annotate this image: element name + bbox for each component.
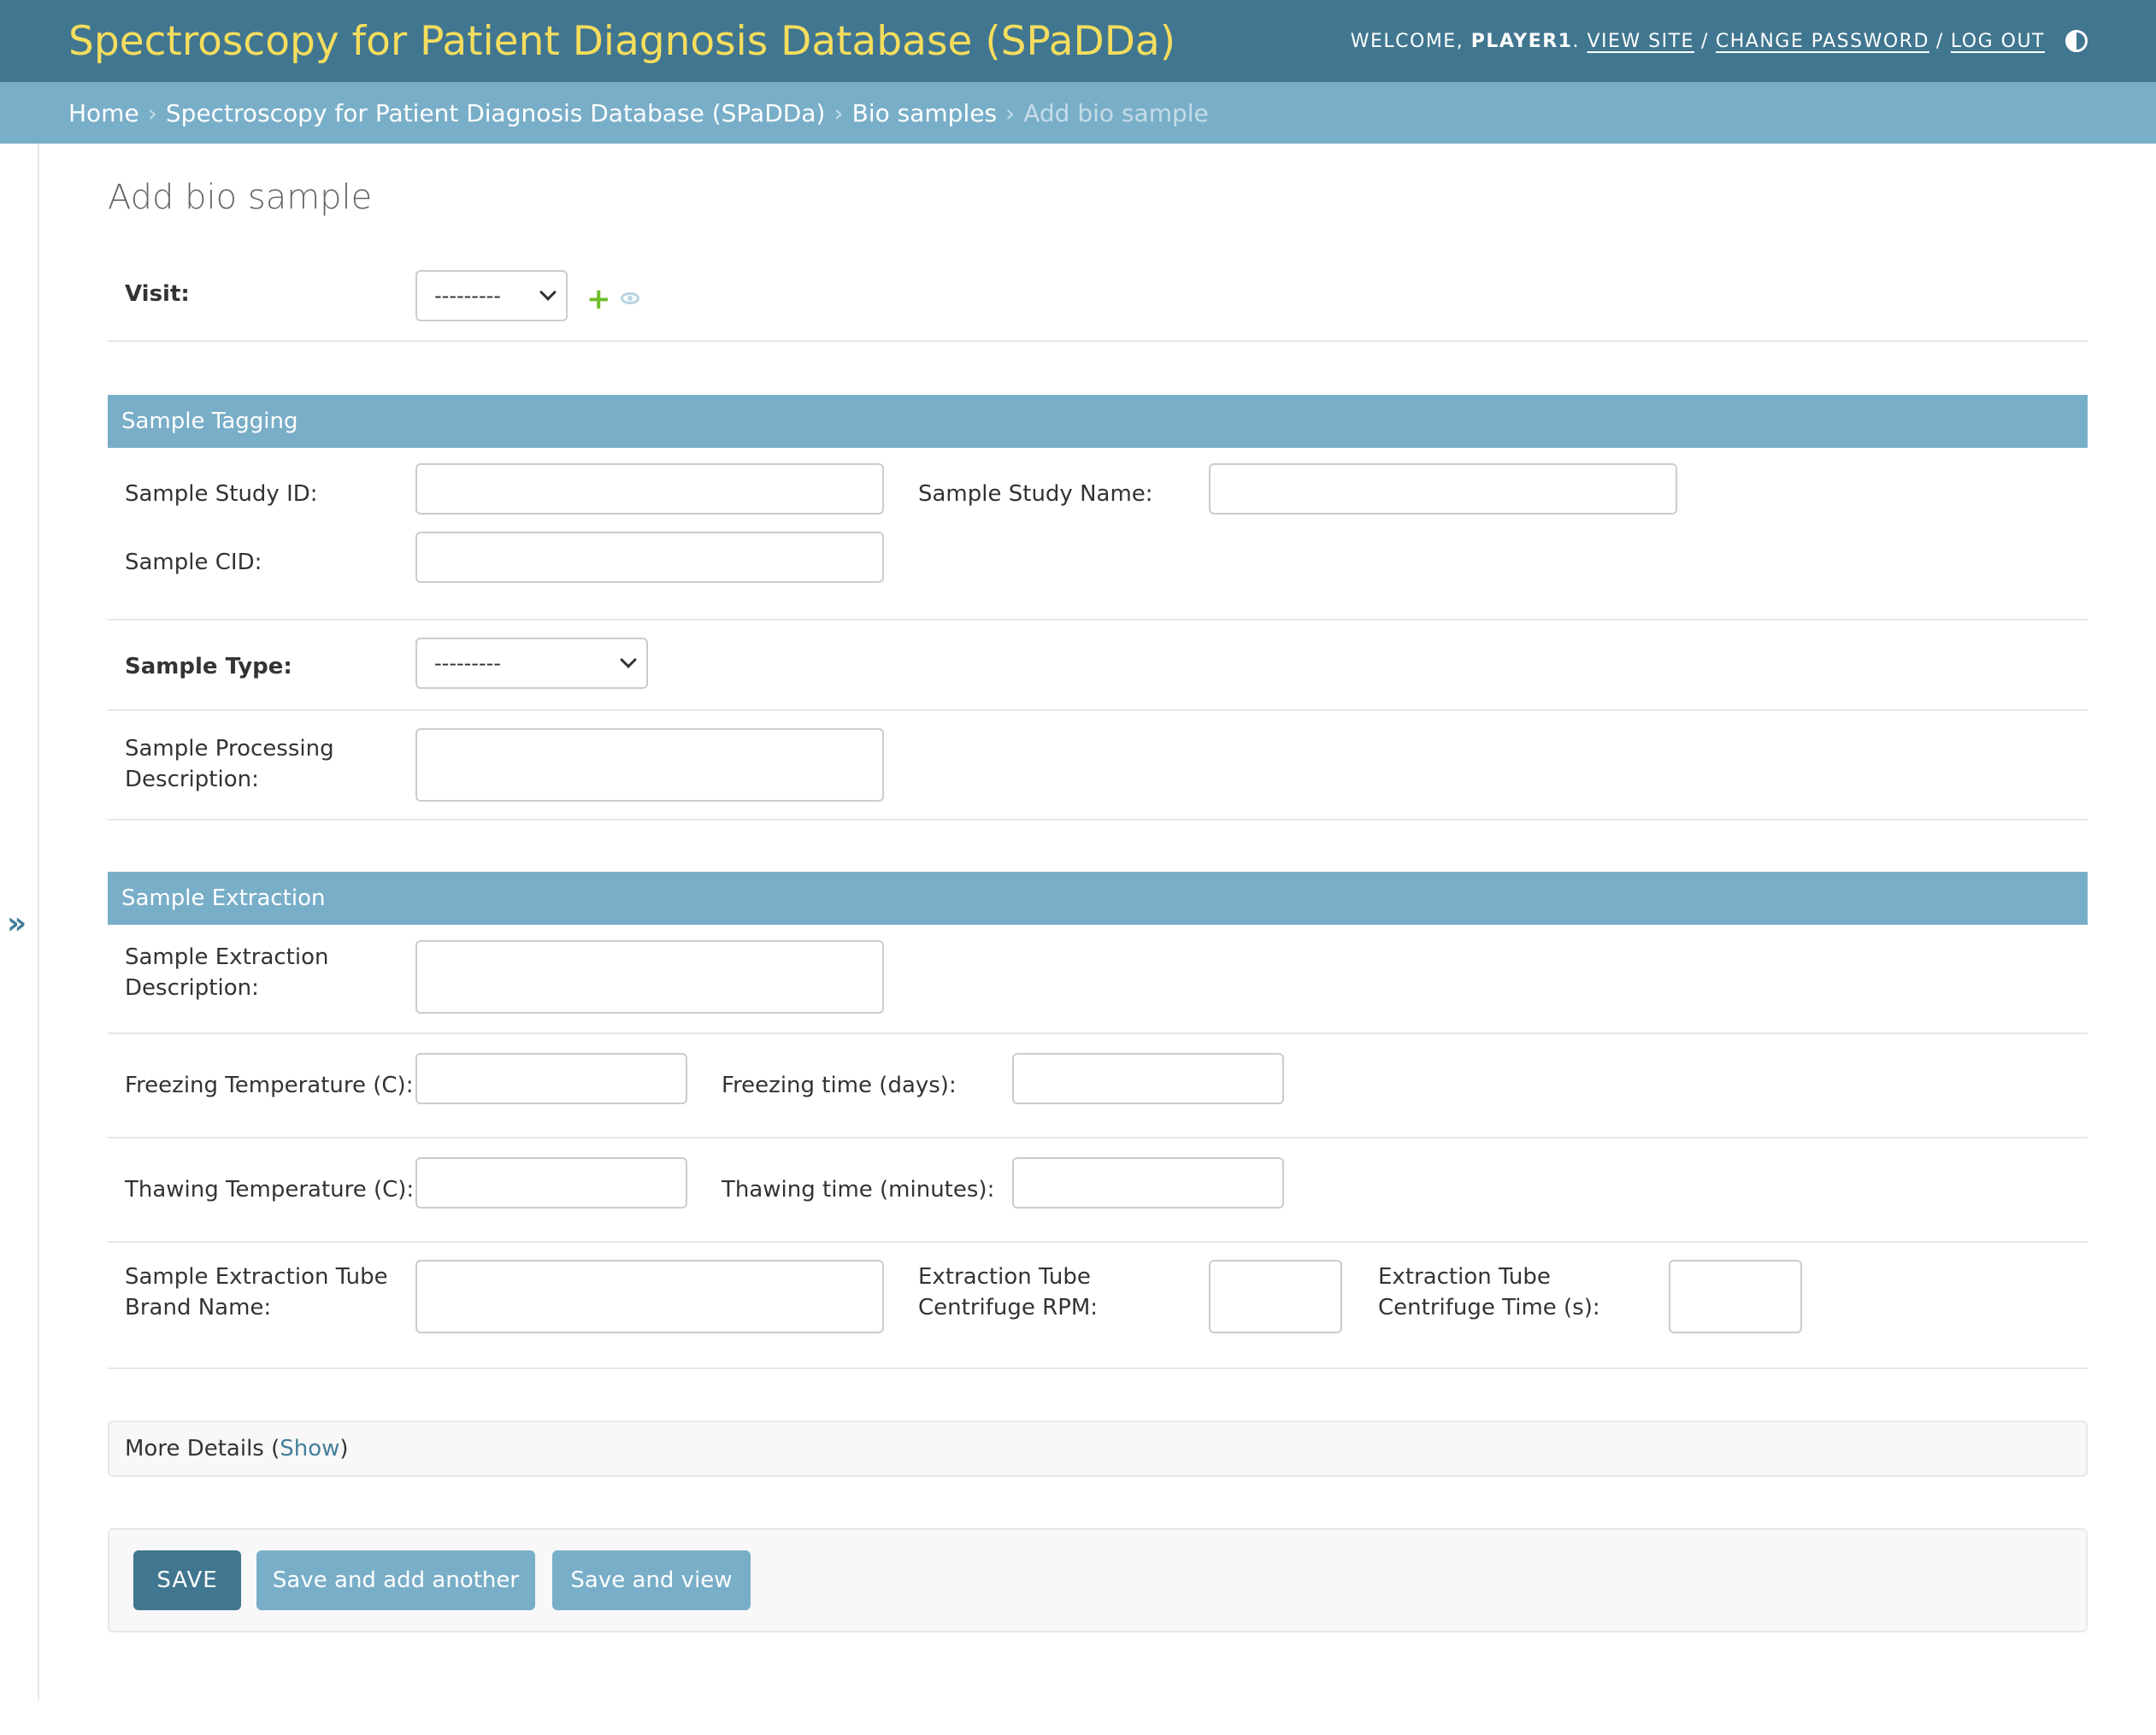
thawing-row: Thawing Temperature (C): Thawing time (m… (108, 1138, 2088, 1243)
view-related-icon[interactable] (621, 292, 639, 304)
separator: / (1935, 30, 1944, 52)
breadcrumb-arrow: › (1005, 98, 1016, 127)
breadcrumb-model[interactable]: Bio samples (852, 99, 997, 127)
thawing-time-input[interactable] (1012, 1157, 1284, 1209)
thawing-temperature-label: Thawing Temperature (C): (125, 1177, 415, 1203)
sample-type-label: Sample Type: (125, 654, 292, 679)
extraction-description-input[interactable] (415, 940, 884, 1014)
more-details-label: More Details ( (125, 1436, 280, 1462)
site-name[interactable]: Spectroscopy for Patient Diagnosis Datab… (68, 18, 1175, 65)
freezing-temperature-input[interactable] (415, 1053, 687, 1104)
view-site-link[interactable]: VIEW SITE (1587, 31, 1694, 52)
save-button[interactable]: SAVE (133, 1550, 241, 1610)
change-password-link[interactable]: CHANGE PASSWORD (1716, 31, 1929, 52)
centrifuge-rpm-label: Extraction Tube Centrifuge RPM: (918, 1264, 1099, 1320)
breadcrumb-app[interactable]: Spectroscopy for Patient Diagnosis Datab… (166, 99, 826, 127)
sidebar: » (0, 144, 39, 1701)
sample-type-row: Sample Type: --------- (108, 620, 2088, 711)
extraction-description-label: Sample Extraction Description: (125, 944, 329, 1001)
tube-brand-label: Sample Extraction Tube Brand Name: (125, 1264, 388, 1320)
breadcrumb-arrow: › (834, 98, 844, 127)
freezing-time-label: Freezing time (days): (722, 1073, 957, 1098)
section-sample-extraction: Sample Extraction (108, 872, 2088, 925)
breadcrumb-arrow: › (147, 98, 157, 127)
tube-brand-input[interactable] (415, 1260, 884, 1333)
extraction-tube-row: Sample Extraction Tube Brand Name: Extra… (108, 1243, 2088, 1369)
page-title: Add bio sample (108, 178, 373, 217)
section-sample-tagging: Sample Tagging (108, 395, 2088, 448)
centrifuge-rpm-input[interactable] (1209, 1260, 1342, 1333)
visit-row: Visit: --------- (108, 253, 2088, 342)
extraction-description-row: Sample Extraction Description: (108, 925, 2088, 1034)
sample-study-name-input[interactable] (1209, 463, 1677, 515)
breadcrumb: Home › Spectroscopy for Patient Diagnosi… (0, 82, 2156, 144)
chevron-down-icon (620, 651, 637, 668)
visit-select[interactable]: --------- (415, 270, 568, 321)
breadcrumb-current: Add bio sample (1023, 98, 1209, 127)
more-details-show-link[interactable]: Show (280, 1436, 339, 1462)
breadcrumb-home[interactable]: Home (68, 99, 139, 127)
centrifuge-time-input[interactable] (1669, 1260, 1802, 1333)
sample-cid-input[interactable] (415, 532, 884, 583)
header: Spectroscopy for Patient Diagnosis Datab… (0, 0, 2156, 82)
processing-description-input[interactable] (415, 728, 884, 802)
welcome-text: WELCOME, (1350, 30, 1464, 52)
submit-row: SAVE Save and add another Save and view (108, 1528, 2088, 1632)
sample-cid-label: Sample CID: (125, 550, 262, 575)
separator: / (1700, 30, 1709, 52)
processing-description-row: Sample Processing Description: (108, 711, 2088, 820)
more-details-close-paren: ) (339, 1436, 349, 1462)
sample-type-select[interactable]: --------- (415, 638, 648, 689)
save-and-add-another-button[interactable]: Save and add another (256, 1550, 535, 1610)
user-tools: WELCOME, PLAYER1. VIEW SITE / CHANGE PASSW… (1351, 30, 2088, 52)
thawing-temperature-input[interactable] (415, 1157, 687, 1209)
sidebar-toggle-icon[interactable]: » (7, 906, 27, 941)
centrifuge-time-label: Extraction Tube Centrifuge Time (s): (1378, 1264, 1600, 1320)
sample-study-id-label: Sample Study ID: (125, 481, 318, 507)
sample-tagging-row: Sample Study ID: Sample Study Name: Samp… (108, 448, 2088, 620)
sample-study-id-input[interactable] (415, 463, 884, 515)
username: PLAYER1 (1470, 30, 1573, 52)
visit-label: Visit: (125, 281, 190, 307)
processing-description-label: Sample Processing Description: (125, 736, 334, 792)
freezing-temperature-label: Freezing Temperature (C): (125, 1073, 414, 1098)
more-details-fieldset: More Details (Show) (108, 1420, 2088, 1477)
add-related-icon[interactable]: + (586, 285, 611, 314)
freezing-time-input[interactable] (1012, 1053, 1284, 1104)
log-out-link[interactable]: LOG OUT (1951, 31, 2045, 52)
sample-study-name-label: Sample Study Name: (918, 481, 1153, 507)
period: . (1572, 30, 1580, 52)
freezing-row: Freezing Temperature (C): Freezing time … (108, 1034, 2088, 1138)
sample-type-select-value: --------- (434, 651, 501, 675)
theme-toggle-icon[interactable] (2065, 30, 2088, 52)
save-and-view-button[interactable]: Save and view (552, 1550, 751, 1610)
visit-select-value: --------- (434, 284, 501, 308)
chevron-down-icon (539, 284, 557, 301)
thawing-time-label: Thawing time (minutes): (722, 1177, 995, 1203)
